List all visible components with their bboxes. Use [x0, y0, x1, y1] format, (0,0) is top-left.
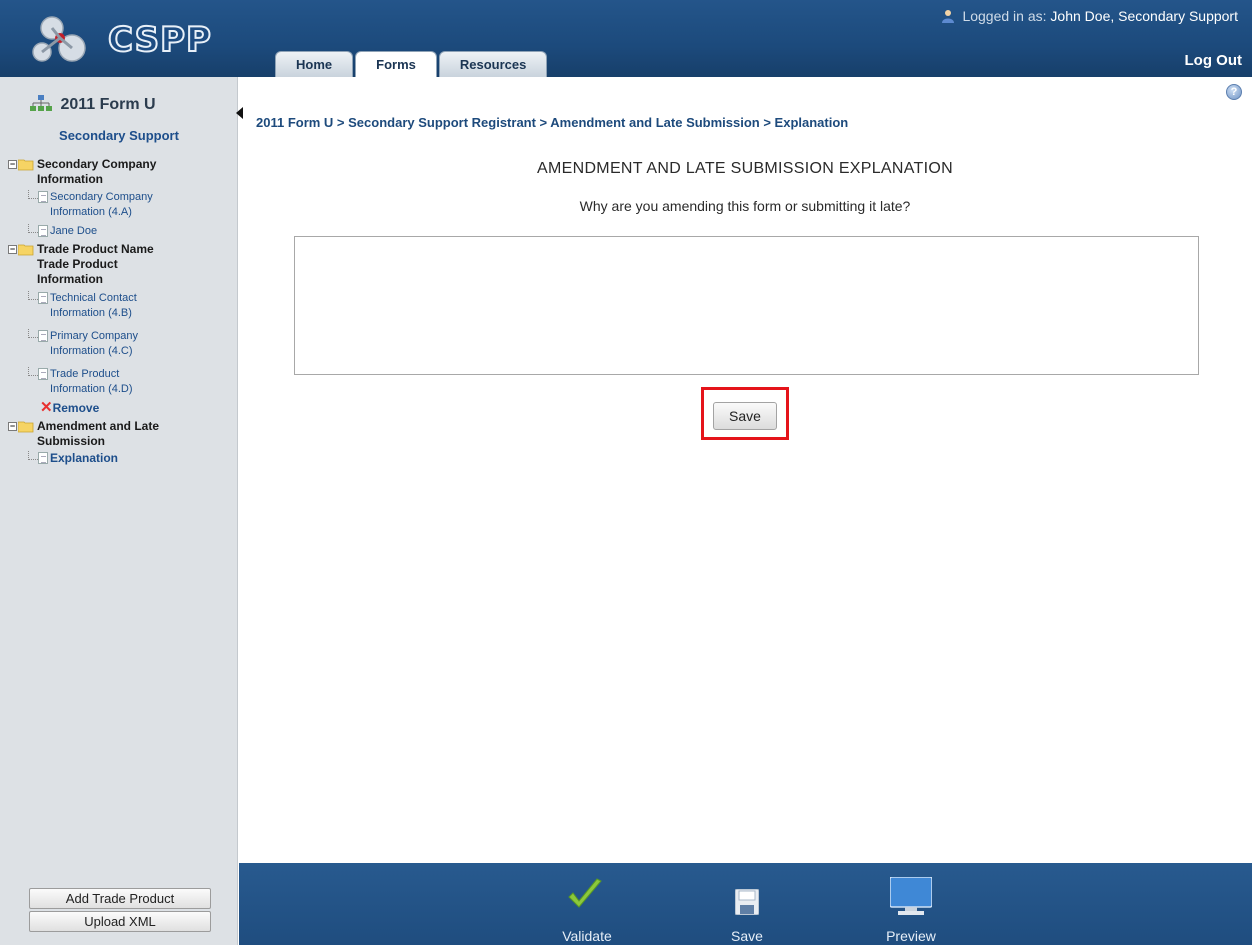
preview-button[interactable]: Preview	[874, 871, 948, 945]
user-icon	[941, 10, 954, 23]
tree-folder-row[interactable]: − Secondary Company Information	[8, 157, 233, 187]
tree-branch	[28, 329, 38, 338]
tree-item-label: Secondary Company Information (4.A)	[50, 191, 153, 218]
tree-folder-label: Trade Product Name Trade Product Informa…	[37, 242, 154, 286]
save-label: Save	[731, 928, 763, 944]
tree-branch	[28, 190, 38, 199]
document-icon	[38, 225, 48, 237]
collapse-node-icon[interactable]: −	[8, 245, 17, 254]
tree-branch	[28, 367, 38, 376]
app-header: CSPP Home Forms Resources Logged in as: …	[0, 0, 1252, 77]
sidebar-title: 2011 Form U	[30, 95, 156, 114]
checkmark-icon	[568, 878, 602, 908]
explanation-textarea[interactable]	[294, 236, 1199, 375]
floppy-disk-icon	[735, 889, 759, 915]
tree-folder-row[interactable]: − Trade Product Name Trade Product Infor…	[8, 242, 233, 287]
tree-node-amendment: − Amendment and Late Submission Explanat…	[8, 419, 233, 466]
tree-branch	[28, 224, 38, 233]
tree-item-label: Primary Company Information (4.C)	[50, 330, 139, 357]
tree-item-primary-company[interactable]: Primary Company Information (4.C)	[28, 329, 233, 359]
tree-item-technical-contact[interactable]: Technical Contact Information (4.B)	[28, 291, 233, 321]
tab-home[interactable]: Home	[275, 51, 354, 77]
login-user: John Doe, Secondary Support	[1050, 8, 1238, 24]
remove-trade-product-link[interactable]: ✕ Remove	[40, 399, 233, 417]
validate-button[interactable]: Validate	[550, 871, 624, 945]
document-icon	[38, 452, 48, 464]
tab-resources[interactable]: Resources	[438, 51, 548, 77]
tree-branch	[28, 451, 38, 460]
collapse-node-icon[interactable]: −	[8, 422, 17, 431]
tree-item-label: Technical Contact Information (4.B)	[50, 292, 137, 319]
add-trade-product-button[interactable]: Add Trade Product	[29, 888, 211, 909]
logout-link[interactable]: Log Out	[1185, 52, 1242, 69]
monitor-icon	[890, 877, 932, 915]
sitemap-icon	[30, 95, 52, 111]
tree-node-trade-product: − Trade Product Name Trade Product Infor…	[8, 242, 233, 417]
tree-branch	[28, 291, 38, 300]
form-tree: − Secondary Company Information Secondar…	[8, 157, 233, 466]
tree-folder-label: Secondary Company Information	[37, 157, 157, 186]
tree-item-label: Trade Product Information (4.D)	[50, 368, 133, 395]
document-icon	[38, 330, 48, 342]
breadcrumb: 2011 Form U > Secondary Support Registra…	[256, 115, 849, 130]
logo-text: CSPP	[107, 19, 212, 61]
tree-item-label: Jane Doe	[50, 225, 98, 237]
remove-label: Remove	[52, 401, 100, 415]
tree-item-trade-product-info[interactable]: Trade Product Information (4.D)	[28, 367, 233, 397]
main-tabs: Home Forms Resources	[275, 51, 549, 77]
folder-open-icon	[18, 159, 34, 171]
collapse-sidebar-icon[interactable]	[236, 107, 243, 119]
validate-label: Validate	[562, 928, 612, 944]
tree-folder-label: Amendment and Late Submission	[37, 419, 160, 448]
tree-node-secondary-company: − Secondary Company Information Secondar…	[8, 157, 233, 239]
collapse-node-icon[interactable]: −	[8, 160, 17, 169]
help-icon[interactable]: ?	[1226, 84, 1242, 100]
tree-item-secondary-company-info[interactable]: Secondary Company Information (4.A)	[28, 190, 233, 220]
tree-item-jane-doe[interactable]: Jane Doe	[28, 224, 233, 239]
sidebar: 2011 Form U Secondary Support − Secondar…	[0, 77, 243, 863]
folder-open-icon	[18, 244, 34, 256]
explanation-question: Why are you amending this form or submit…	[579, 198, 911, 214]
preview-label: Preview	[886, 928, 936, 944]
folder-open-icon	[18, 421, 34, 433]
document-icon	[38, 191, 48, 203]
page-title: AMENDMENT AND LATE SUBMISSION EXPLANATIO…	[537, 160, 953, 177]
sidebar-title-text: 2011 Form U	[60, 96, 156, 113]
molecule-icon	[32, 16, 86, 62]
document-icon	[38, 368, 48, 380]
tree-item-label: Explanation	[50, 451, 119, 465]
tree-folder-row[interactable]: − Amendment and Late Submission	[8, 419, 233, 449]
document-icon	[38, 292, 48, 304]
login-info: Logged in as: John Doe, Secondary Suppor…	[941, 8, 1238, 24]
remove-x-icon: ✕	[40, 399, 53, 416]
tree-item-explanation[interactable]: Explanation	[28, 451, 233, 466]
login-prefix: Logged in as:	[962, 8, 1047, 24]
tab-forms[interactable]: Forms	[355, 51, 437, 77]
upload-xml-button[interactable]: Upload XML	[29, 911, 211, 932]
cspp-logo: CSPP	[28, 6, 212, 66]
sidebar-actions: Add Trade Product Upload XML	[0, 863, 238, 945]
sidebar-subtitle: Secondary Support	[59, 128, 179, 143]
footer-save-button[interactable]: Save	[710, 871, 784, 945]
save-button[interactable]: Save	[713, 402, 777, 430]
footer-toolbar: Validate Save Preview	[239, 863, 1252, 945]
